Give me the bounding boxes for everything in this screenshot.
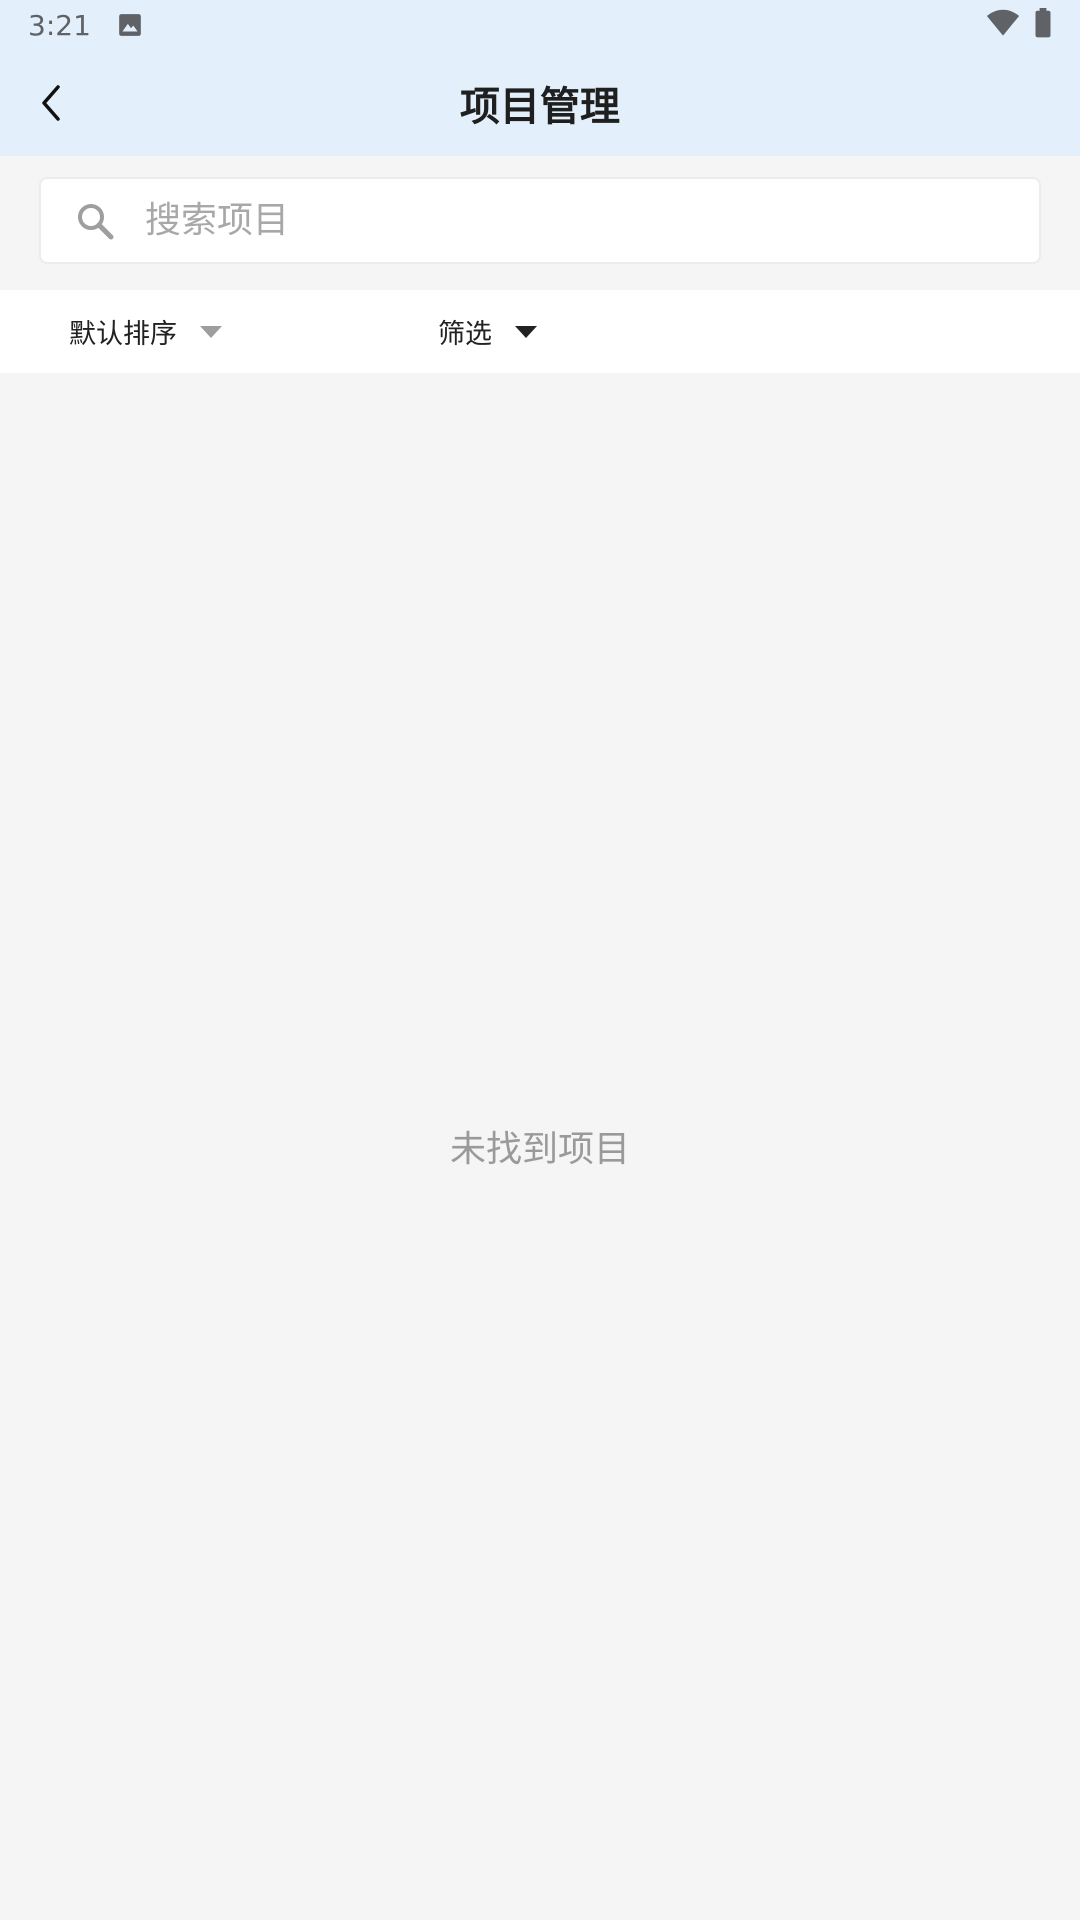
status-bar: 3:21 xyxy=(0,0,1080,50)
search-box[interactable] xyxy=(39,177,1041,264)
gallery-icon xyxy=(117,12,143,38)
app-bar: 项目管理 xyxy=(0,50,1080,156)
sort-dropdown[interactable]: 默认排序 xyxy=(69,290,223,373)
battery-icon xyxy=(1034,8,1052,42)
empty-state-message: 未找到项目 xyxy=(449,1129,630,1170)
status-time: 3:21 xyxy=(28,8,91,42)
caret-down-icon xyxy=(200,325,222,338)
search-input[interactable] xyxy=(145,180,1039,261)
page-title: 项目管理 xyxy=(460,84,620,130)
back-button[interactable] xyxy=(26,78,76,128)
chevron-left-icon xyxy=(42,85,60,121)
filter-bar: 默认排序 筛选 xyxy=(0,290,1080,373)
status-icons xyxy=(986,8,1052,42)
filter-dropdown[interactable]: 筛选 xyxy=(438,290,538,373)
filter-label: 筛选 xyxy=(438,319,492,350)
sort-label: 默认排序 xyxy=(69,319,177,350)
caret-down-icon xyxy=(515,325,537,338)
wifi-icon xyxy=(986,9,1020,41)
search-icon xyxy=(73,199,117,243)
